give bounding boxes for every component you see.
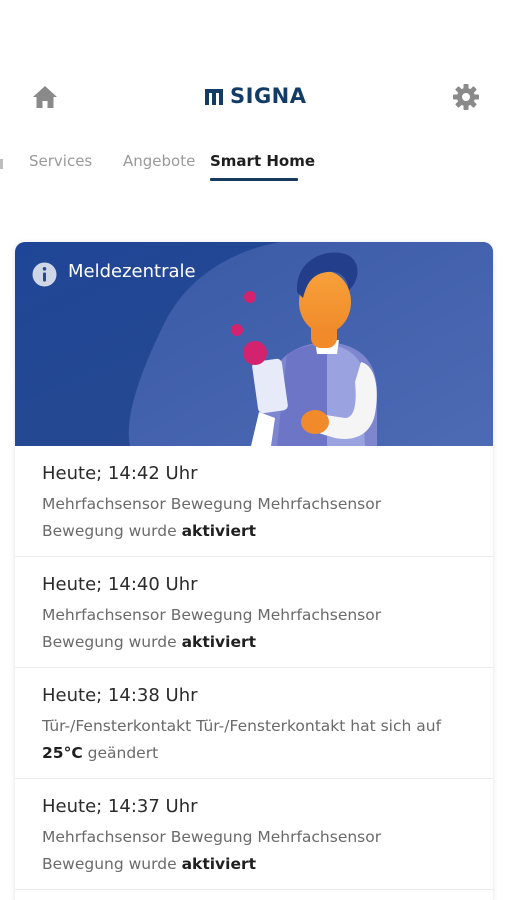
tab-smart-home[interactable]: Smart Home [210, 152, 315, 170]
notification-item[interactable]: Heute; 14:38 Uhr Tür-/Fensterkontakt Tür… [15, 668, 493, 779]
notification-time: Heute; 14:38 Uhr [42, 685, 198, 706]
notification-item[interactable]: Heute; 14:42 Uhr Mehrfachsensor Bewegung… [15, 446, 493, 557]
notification-highlight: 25°C [42, 744, 83, 762]
notification-item[interactable]: Heute; 14:37 Uhr Mehrfachsensor Bewegung… [15, 779, 493, 890]
notification-highlight: aktiviert [181, 522, 257, 540]
home-button[interactable] [30, 82, 60, 112]
notification-text: Mehrfachsensor Bewegung Mehrfachsensor B… [42, 606, 382, 651]
tab-angebote[interactable]: Angebote [123, 152, 195, 170]
notification-list: Heute; 14:42 Uhr Mehrfachsensor Bewegung… [15, 446, 493, 890]
notification-time: Heute; 14:37 Uhr [42, 796, 198, 817]
notification-highlight: aktiviert [181, 633, 257, 651]
notification-text: Tür-/Fensterkontakt Tür-/Fensterkontakt … [42, 717, 442, 762]
brand-logo: SIGNA [204, 80, 307, 112]
tab-services[interactable]: Services [29, 152, 92, 170]
notification-time: Heute; 14:40 Uhr [42, 574, 198, 595]
gear-icon [453, 84, 479, 110]
info-icon [32, 262, 57, 287]
notification-text: Mehrfachsensor Bewegung Mehrfachsensor B… [42, 828, 382, 873]
app-screen: SIGNA Services Angebote Smart Home Melde… [0, 0, 507, 900]
notification-time: Heute; 14:42 Uhr [42, 463, 198, 484]
meldezentrale-card: Meldezentrale Heute; 14:42 Uhr Mehrfachs… [15, 242, 493, 900]
brand-name: SIGNA [230, 84, 307, 108]
home-icon [33, 86, 57, 108]
signa-logo-mark-icon [205, 89, 223, 105]
app-header: SIGNA [0, 70, 507, 126]
settings-button[interactable] [450, 81, 482, 113]
notification-text: Mehrfachsensor Bewegung Mehrfachsensor B… [42, 495, 382, 540]
tab-previous-edge[interactable] [0, 159, 3, 169]
card-banner: Meldezentrale [15, 242, 493, 446]
active-tab-indicator [210, 178, 298, 181]
notification-item[interactable]: Heute; 14:40 Uhr Mehrfachsensor Bewegung… [15, 557, 493, 668]
card-title: Meldezentrale [68, 261, 196, 282]
tab-bar: Services Angebote Smart Home [0, 146, 507, 186]
notification-highlight: aktiviert [181, 855, 257, 873]
